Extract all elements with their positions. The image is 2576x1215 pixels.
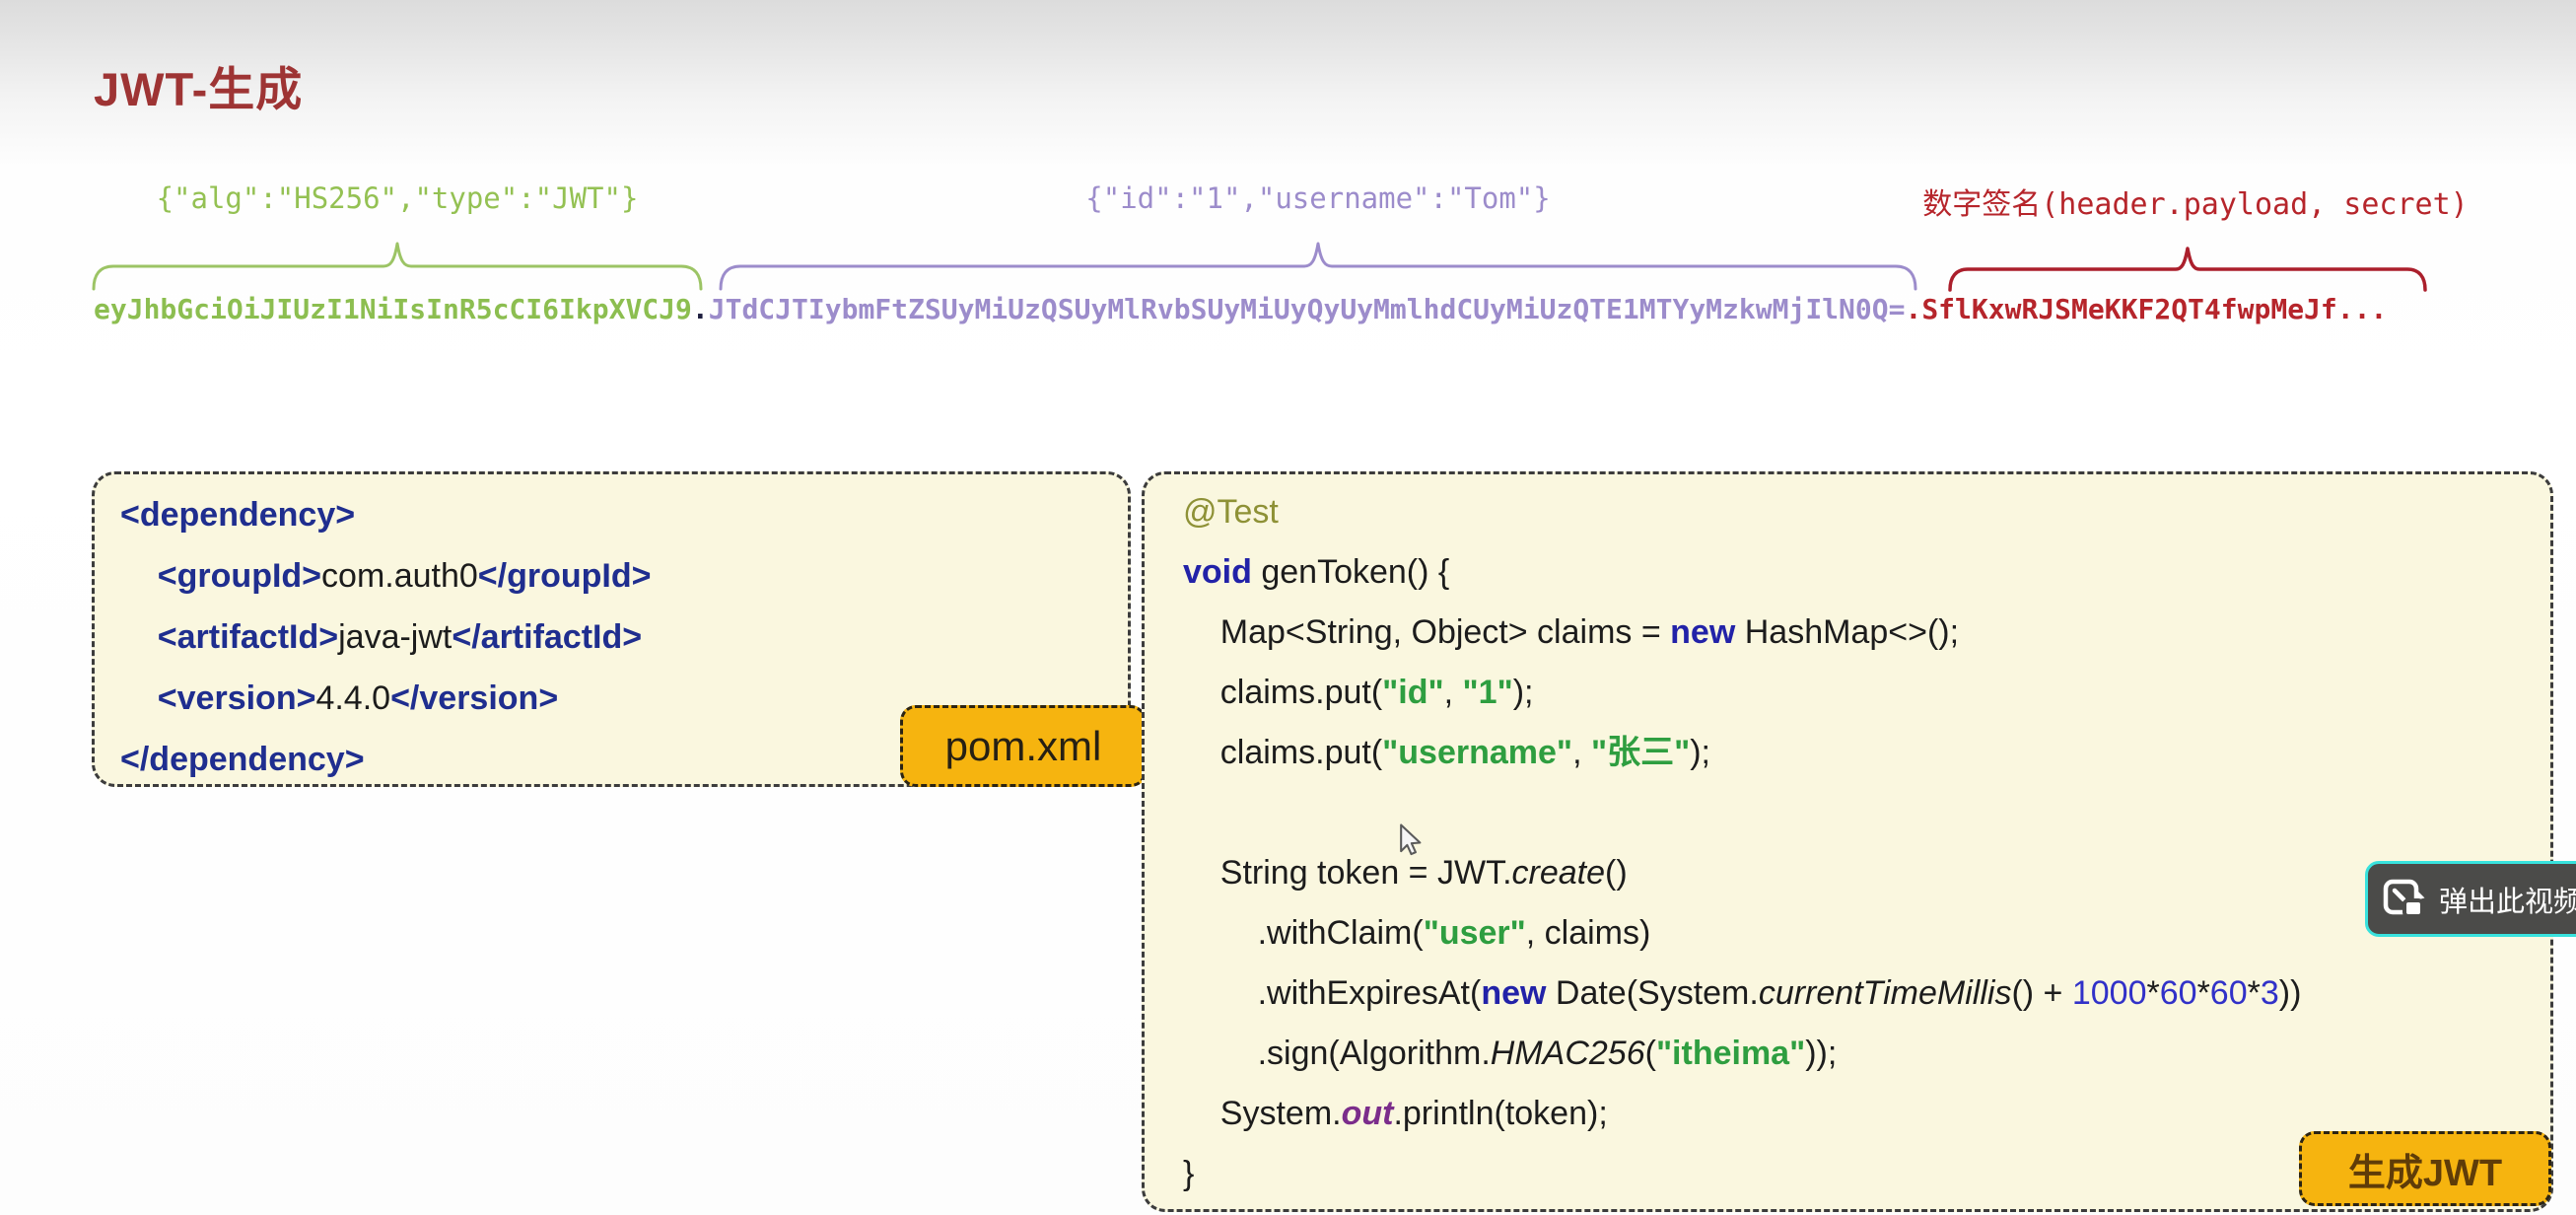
code-line: claims.put("id", "1");: [1183, 663, 2550, 723]
code-line: <artifactId>java-jwt</artifactId>: [120, 607, 1128, 668]
popout-video-label: 弹出此视频: [2439, 879, 2576, 920]
pom-xml-badge: pom.xml: [900, 705, 1147, 787]
code-line: .withClaim("user", claims): [1183, 903, 2550, 964]
jwt-payload-token: JTdCJTIybmFtZSUyMiUzQSUyMlRvbSUyMiUyQyUy…: [709, 293, 1906, 325]
generate-jwt-badge-label: 生成JWT: [2348, 1142, 2502, 1196]
code-line: claims.put("username", "张三");: [1183, 723, 2550, 783]
code-line: .sign(Algorithm.HMAC256("itheima"));: [1183, 1024, 2550, 1084]
payload-brace-icon: [719, 240, 1917, 293]
picture-in-picture-icon: [2382, 878, 2427, 921]
slide: JWT-生成 {"alg":"HS256","type":"JWT"} {"id…: [0, 0, 2576, 1215]
code-line: <groupId>com.auth0</groupId>: [120, 545, 1128, 607]
pom-xml-badge-label: pom.xml: [945, 723, 1102, 770]
code-line: Map<String, Object> claims = new HashMap…: [1183, 603, 2550, 663]
code-line: @Test: [1183, 482, 2550, 542]
java-code-box: @Testvoid genToken() { Map<String, Objec…: [1142, 471, 2553, 1212]
jwt-header-json-label: {"alg":"HS256","type":"JWT"}: [92, 181, 703, 221]
jwt-signature-label: 数字签名(header.payload, secret): [1904, 179, 2487, 219]
code-line: .withExpiresAt(new Date(System.currentTi…: [1183, 964, 2550, 1024]
jwt-payload-json-label: {"id":"1","username":"Tom"}: [719, 181, 1917, 221]
generate-jwt-badge: 生成JWT: [2299, 1131, 2551, 1206]
code-line: String token = JWT.create(): [1183, 843, 2550, 903]
code-line: void genToken() {: [1183, 542, 2550, 603]
popout-video-button[interactable]: 弹出此视频: [2365, 861, 2576, 937]
page-title: JWT-生成: [94, 51, 303, 119]
header-brace-icon: [92, 240, 703, 293]
jwt-token-line: eyJhbGciOiJIUzI1NiIsInR5cCI6IkpXVCJ9.JTd…: [94, 293, 2387, 325]
jwt-signature-token: .SflKxwRJSMeKKF2QT4fwpMeJf...: [1905, 293, 2387, 325]
mouse-cursor-icon: [1398, 823, 1427, 857]
jwt-dot-separator: .: [692, 293, 709, 325]
code-line: [1183, 783, 2550, 843]
signature-brace-icon: [1948, 246, 2427, 294]
jwt-header-token: eyJhbGciOiJIUzI1NiIsInR5cCI6IkpXVCJ9: [94, 293, 692, 325]
code-line: <dependency>: [120, 484, 1128, 545]
